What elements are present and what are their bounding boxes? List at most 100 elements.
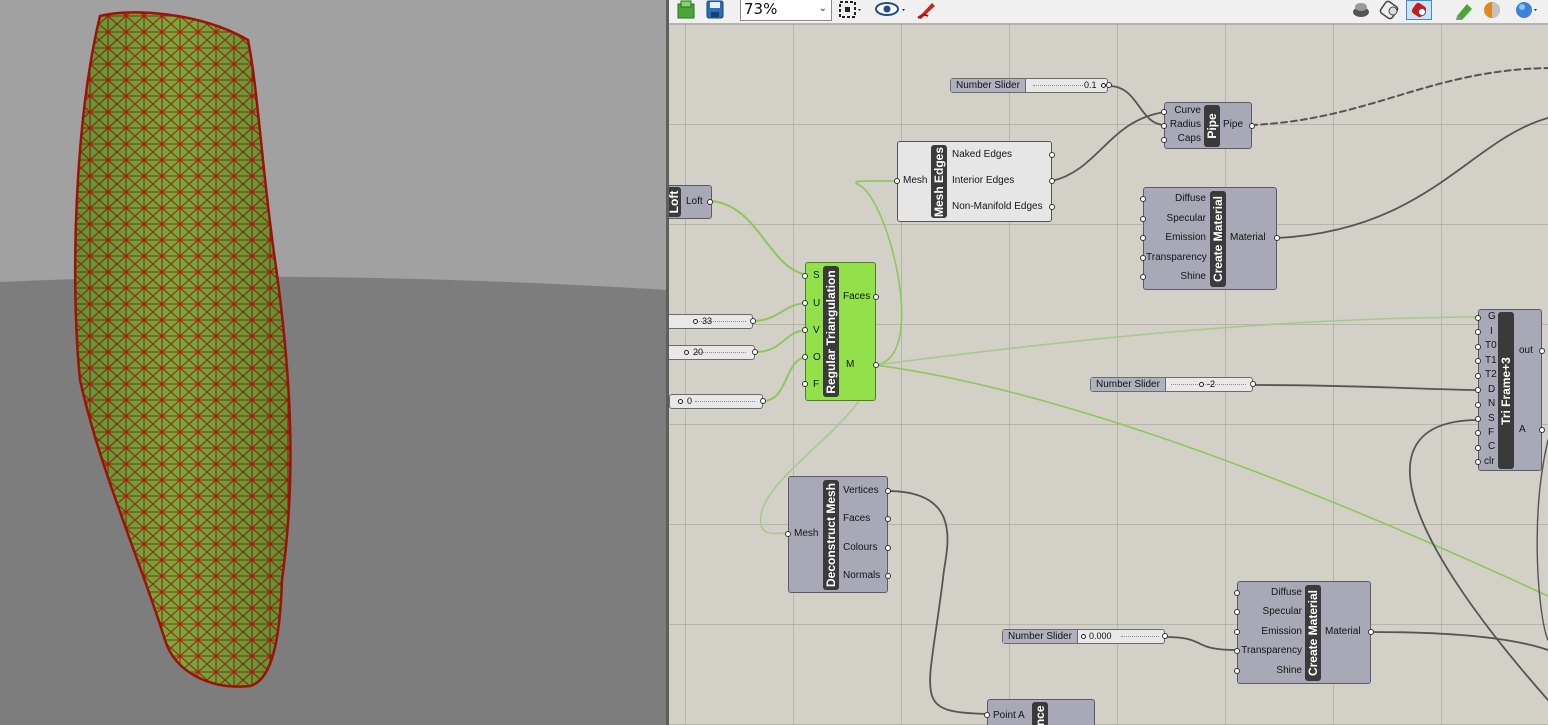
u-slider[interactable]: 33: [669, 314, 753, 329]
new-file-icon[interactable]: [675, 0, 697, 20]
loft-component[interactable]: Loft Loft: [669, 185, 713, 219]
toolbar: 73% ⌄: [669, 0, 1548, 24]
output-grip[interactable]: [1249, 123, 1255, 129]
preview-eye-icon[interactable]: [874, 0, 908, 20]
input-grip[interactable]: [1475, 445, 1481, 451]
input-grip[interactable]: [802, 273, 808, 279]
output-grip[interactable]: [1539, 427, 1545, 433]
create-material-component[interactable]: Create Material Diffuse Specular Emissio…: [1140, 187, 1280, 290]
output-grip[interactable]: [885, 516, 891, 522]
save-icon[interactable]: [704, 0, 726, 20]
slider-knob[interactable]: [1081, 634, 1086, 639]
slider-knob[interactable]: [1199, 382, 1204, 387]
output-grip[interactable]: [752, 349, 758, 355]
input-grip[interactable]: [1475, 329, 1481, 335]
output-grip[interactable]: [885, 488, 891, 494]
output-grip[interactable]: [760, 398, 766, 404]
output-grip[interactable]: [873, 362, 879, 368]
distance-component[interactable]: nce Point A: [984, 699, 1095, 725]
input-label: T1: [1485, 355, 1497, 366]
input-grip[interactable]: [802, 327, 808, 333]
output-grip[interactable]: [1368, 629, 1374, 635]
input-grip[interactable]: [1475, 459, 1481, 465]
input-grip[interactable]: [1161, 123, 1167, 129]
output-grip[interactable]: [1049, 152, 1055, 158]
input-grip[interactable]: [802, 300, 808, 306]
output-label: A: [1519, 424, 1526, 435]
input-grip[interactable]: [1140, 274, 1146, 280]
preview-shaded-icon[interactable]: [1406, 0, 1432, 20]
o-slider[interactable]: 0: [669, 394, 763, 409]
preview-wireframe-icon[interactable]: [1378, 0, 1402, 20]
preview-off-icon[interactable]: [1350, 0, 1372, 20]
depth-slider[interactable]: Number Slider -2: [1090, 377, 1253, 392]
input-grip[interactable]: [1140, 216, 1146, 222]
input-grip[interactable]: [1475, 315, 1481, 321]
input-grip[interactable]: [1475, 416, 1481, 422]
output-label: out: [1519, 345, 1533, 356]
regular-triangulation-component[interactable]: Regular Triangulation S U V O F Faces M: [802, 262, 879, 401]
input-grip[interactable]: [1161, 109, 1167, 115]
slider-knob[interactable]: [693, 319, 698, 324]
input-grip[interactable]: [894, 178, 900, 184]
output-grip[interactable]: [1049, 178, 1055, 184]
output-grip[interactable]: [707, 199, 713, 205]
input-label: Point A: [993, 710, 1025, 721]
input-grip[interactable]: [1234, 609, 1240, 615]
input-label: Shine: [1276, 665, 1302, 676]
transparency-slider[interactable]: Number Slider 0.000: [1002, 629, 1165, 644]
zoom-dropdown[interactable]: 73% ⌄: [740, 0, 832, 21]
output-grip[interactable]: [885, 545, 891, 551]
pipe-component[interactable]: Pipe Curve Radius Caps Pipe: [1161, 102, 1255, 149]
output-grip[interactable]: [885, 573, 891, 579]
input-grip[interactable]: [785, 531, 791, 537]
output-grip[interactable]: [1049, 204, 1055, 210]
input-label: Mesh: [794, 528, 819, 539]
input-label: F: [1488, 427, 1495, 438]
deconstruct-mesh-component[interactable]: Deconstruct Mesh Mesh Vertices Faces Col…: [785, 476, 891, 593]
create-material-component[interactable]: Create Material Diffuse Specular Emissio…: [1234, 581, 1374, 684]
input-grip[interactable]: [1234, 629, 1240, 635]
rhino-viewport[interactable]: [0, 0, 668, 725]
input-grip[interactable]: [1140, 235, 1146, 241]
sphere-icon[interactable]: [1514, 0, 1538, 20]
snap-icon[interactable]: [837, 0, 865, 20]
input-grip[interactable]: [1234, 668, 1240, 674]
slider-knob[interactable]: [678, 399, 683, 404]
output-grip[interactable]: [1539, 348, 1545, 354]
input-grip[interactable]: [1234, 648, 1240, 654]
bake-icon[interactable]: [1452, 0, 1476, 20]
input-grip[interactable]: [1475, 358, 1481, 364]
output-grip[interactable]: [1162, 633, 1168, 639]
input-grip[interactable]: [1475, 387, 1481, 393]
mesh-edges-component[interactable]: Mesh Edges Mesh Naked Edges Interior Edg…: [894, 141, 1055, 222]
chevron-down-icon[interactable]: ⌄: [819, 0, 827, 20]
output-grip[interactable]: [873, 294, 879, 300]
input-grip[interactable]: [1475, 344, 1481, 350]
input-grip[interactable]: [1234, 590, 1240, 596]
input-label: Emission: [1165, 232, 1206, 243]
input-grip[interactable]: [984, 712, 990, 718]
input-grip[interactable]: [1161, 137, 1167, 143]
input-label: Transparency: [1241, 645, 1302, 656]
input-grip[interactable]: [802, 381, 808, 387]
input-label: S: [813, 270, 820, 281]
input-grip[interactable]: [1140, 196, 1146, 202]
output-grip[interactable]: [1250, 381, 1256, 387]
v-slider[interactable]: 20: [669, 345, 755, 360]
radius-slider[interactable]: Number Slider 0.1: [950, 78, 1108, 93]
input-grip[interactable]: [1475, 402, 1481, 408]
input-grip[interactable]: [802, 354, 808, 360]
grasshopper-canvas[interactable]: Loft Loft 33 20 0 Regular Triangulation …: [669, 0, 1548, 725]
sketch-pen-icon[interactable]: [914, 0, 940, 20]
input-grip[interactable]: [1140, 255, 1146, 261]
tri-frame-title: Tri Frame+3: [1498, 312, 1514, 469]
output-grip[interactable]: [750, 318, 756, 324]
input-grip[interactable]: [1475, 430, 1481, 436]
output-grip[interactable]: [1106, 82, 1112, 88]
input-grip[interactable]: [1475, 373, 1481, 379]
output-grip[interactable]: [1274, 235, 1280, 241]
tri-frame-component[interactable]: Tri Frame+3 G I T0 T1 T2 D N S F C clr o…: [1475, 309, 1545, 471]
slider-knob[interactable]: [684, 350, 689, 355]
material-icon[interactable]: [1480, 0, 1504, 20]
